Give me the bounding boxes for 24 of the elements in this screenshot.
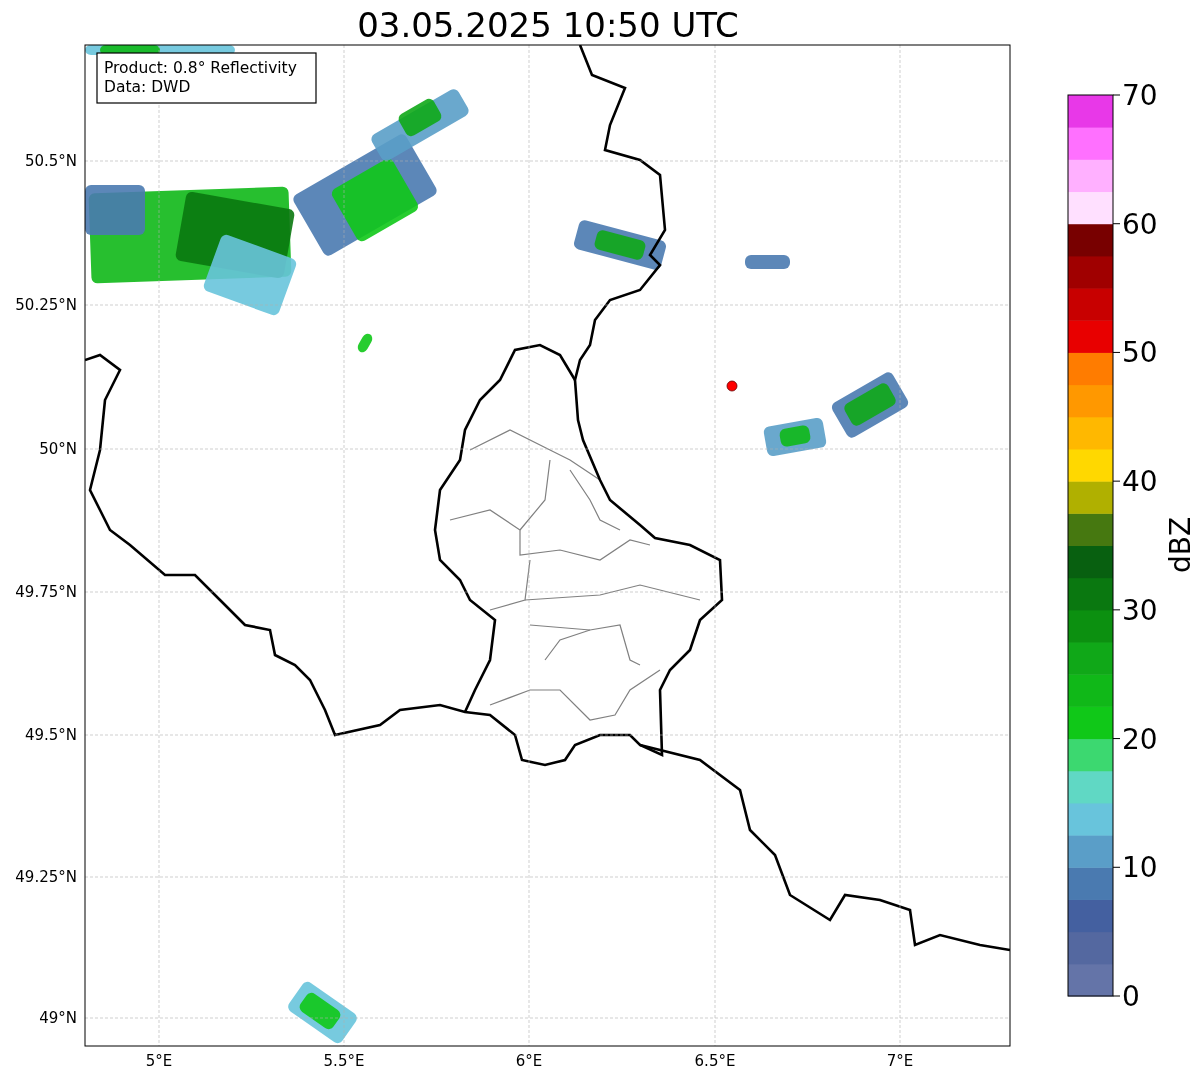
latitude-label: 49.5°N xyxy=(24,726,77,744)
latitude-label: 50.25°N xyxy=(15,296,77,314)
longitude-label: 7°E xyxy=(886,1052,914,1070)
chart-title: 03.05.2025 10:50 UTC xyxy=(357,5,739,45)
colorbar-tick-label: 0 xyxy=(1122,980,1140,1013)
latitude-label: 49.75°N xyxy=(15,583,77,601)
longitude-label: 6.5°E xyxy=(694,1052,736,1070)
longitude-label: 6°E xyxy=(515,1052,543,1070)
longitude-label: 5.5°E xyxy=(323,1052,365,1070)
info-text: Data: DWD xyxy=(104,78,191,96)
colorbar-tick-label: 10 xyxy=(1122,851,1158,885)
colorbar-label: dBZ xyxy=(1164,516,1197,574)
colorbar-tick-label: 70 xyxy=(1122,79,1158,112)
latitude-label: 49.25°N xyxy=(15,868,77,886)
colorbar-tick-label: 50 xyxy=(1122,336,1158,370)
colorbar-tick-label: 60 xyxy=(1122,207,1158,241)
colorbar-tick-label: 20 xyxy=(1122,722,1158,756)
colorbar-tick-label: 30 xyxy=(1122,593,1158,627)
colorbar-tick-label: 40 xyxy=(1122,465,1158,499)
latitude-label: 50.5°N xyxy=(24,152,77,170)
latitude-label: 49°N xyxy=(39,1009,77,1027)
longitude-label: 5°E xyxy=(145,1052,173,1070)
latitude-label: 50°N xyxy=(39,440,77,458)
info-text: Product: 0.8° Reflectivity xyxy=(104,59,297,77)
